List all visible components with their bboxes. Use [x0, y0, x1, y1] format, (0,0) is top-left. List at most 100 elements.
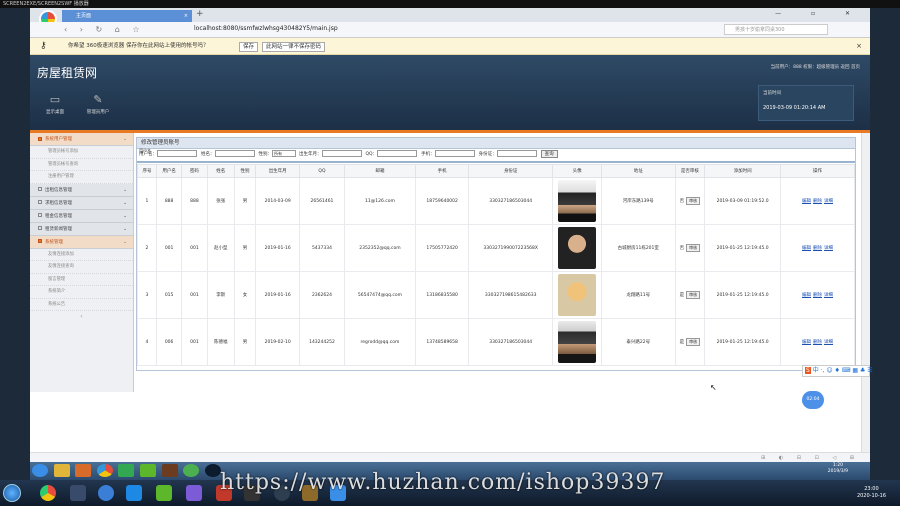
new-tab-button[interactable]: + — [196, 9, 204, 19]
app-purple-icon[interactable] — [186, 485, 202, 501]
folder-icon[interactable] — [53, 464, 70, 477]
sidebar-item[interactable]: 注册用户管理 — [30, 171, 133, 184]
scrollbar[interactable] — [861, 133, 870, 452]
cell-email: 11@126.com — [343, 177, 417, 225]
search-input[interactable]: 男孩十岁偷拿同桌300 — [724, 24, 828, 35]
show-desktop-button[interactable]: ▭ 显示桌面 — [37, 93, 73, 115]
start-button-icon[interactable] — [3, 484, 21, 502]
infobar-close-icon[interactable]: × — [856, 38, 862, 55]
sidebar-group[interactable]: 出租信息管理 ⌄ — [30, 183, 133, 197]
column-header: 邮箱 — [343, 164, 417, 178]
cell-sex: 男 — [233, 177, 257, 225]
admin-user-button[interactable]: ✎ 管理员用户 — [80, 93, 116, 115]
sidebar-item[interactable]: 管理员帐号添加 — [30, 146, 133, 159]
app-window-icon[interactable] — [70, 485, 86, 501]
sidebar-item[interactable]: 留言管理 — [30, 274, 133, 286]
op-link-2[interactable]: 详细 — [824, 246, 833, 251]
column-header: 出生年月 — [255, 164, 301, 178]
cell-photo — [552, 177, 602, 225]
menu-square-icon — [38, 239, 42, 243]
audit-button[interactable]: 审核 — [686, 291, 701, 299]
cell-photo — [552, 318, 602, 366]
app-leaf-host-icon[interactable] — [156, 485, 172, 501]
op-link-1[interactable]: 删除 — [813, 199, 822, 204]
filter-input[interactable] — [321, 150, 362, 157]
op-link-2[interactable]: 详细 — [824, 293, 833, 298]
sidebar-item[interactable]: 系统简介 — [30, 286, 133, 299]
filter-input[interactable] — [157, 150, 197, 157]
filter-input[interactable] — [214, 150, 255, 157]
window-controls[interactable]: — ▫ ✕ — [775, 10, 864, 17]
app-brown-icon[interactable] — [161, 464, 178, 477]
sidebar-group[interactable]: 租金信息管理 ⌄ — [30, 209, 133, 223]
filter-select[interactable]: 所有 — [272, 150, 296, 157]
op-link-0[interactable]: 编辑 — [802, 340, 811, 345]
tab-main[interactable]: 主页面 × — [62, 10, 192, 22]
op-link-2[interactable]: 详细 — [824, 340, 833, 345]
cell-user: 888 — [155, 177, 183, 225]
app-circle-icon[interactable] — [183, 464, 200, 477]
sidebar-group[interactable]: 系统用户管理 ⌄ — [30, 133, 133, 146]
sidebar-group[interactable]: 租赁新闻管理 ⌄ — [30, 222, 133, 236]
op-link-1[interactable]: 删除 — [813, 246, 822, 251]
browser-status-bar[interactable]: ⊞ ◐ ⊟ ⊡ ◁ ⊞ — [30, 452, 870, 462]
user-links[interactable]: 当前用户：888 权限：超级管理员 返回 首页 — [771, 64, 860, 70]
sidebar-item[interactable]: 友情连接查询 — [30, 261, 133, 274]
sidebar-group[interactable]: 系统管理 ⌄ — [30, 235, 133, 249]
player-title-bar: SCREEN2EXE/SCREEN2SWF 播放器 — [0, 0, 900, 8]
filter-input[interactable] — [377, 150, 418, 157]
sidebar-item[interactable]: 系统公告 — [30, 299, 133, 311]
app-leaf-icon[interactable] — [139, 464, 156, 477]
filter-label: 性别： — [258, 152, 273, 157]
cell-idcard: 330327199007223568X — [468, 224, 554, 272]
app-green-icon[interactable] — [118, 464, 135, 477]
timer-bubble[interactable]: 02:04 — [802, 391, 824, 409]
search-button[interactable]: 查询 — [540, 149, 558, 158]
guest-start-icon[interactable] — [32, 464, 48, 477]
column-header: 添加时间 — [704, 164, 782, 178]
cell-email: regrodd@qq.com — [343, 318, 417, 366]
sidebar-item[interactable]: 管理员帐号查询 — [30, 159, 133, 171]
browser-taskbar-icon[interactable] — [96, 464, 113, 477]
sidebar-item[interactable]: 友情连接添加 — [30, 249, 133, 261]
url-input[interactable]: localhost:8080/ssmfwzlwhsg430482Y5/main.… — [194, 25, 338, 32]
chrome-icon[interactable] — [40, 485, 56, 501]
filter-label: 姓名： — [201, 152, 215, 157]
media-player-icon[interactable] — [75, 464, 92, 477]
filter-input[interactable] — [496, 150, 537, 157]
sidebar-group[interactable]: 求租信息管理 ⌄ — [30, 196, 133, 210]
ime-toolbar[interactable]: S 中 ·, ☺ ♦ ⌨ ▦ ♣ ☰ — [802, 365, 873, 377]
app-dark-icon[interactable] — [204, 464, 221, 477]
audit-button[interactable]: 审核 — [686, 197, 701, 205]
audit-button[interactable]: 审核 — [686, 244, 701, 252]
cell-phone: 13748589658 — [415, 318, 470, 366]
address-bar: ‹ › ↻ ⌂ ☆ localhost:8080/ssmfwzlwhsg4304… — [30, 22, 870, 38]
op-link-1[interactable]: 删除 — [813, 340, 822, 345]
menu-square-icon — [38, 187, 42, 191]
op-link-2[interactable]: 详细 — [824, 199, 833, 204]
cell-photo — [552, 224, 602, 272]
op-link-1[interactable]: 删除 — [813, 293, 822, 298]
op-link-0[interactable]: 编辑 — [802, 246, 811, 251]
cell-idcard: 330327186503044 — [468, 177, 554, 225]
app-blue-icon[interactable] — [98, 485, 114, 501]
cell-name: 赵小型 — [206, 224, 235, 272]
avatar — [558, 321, 597, 363]
tab-close-icon[interactable]: × — [184, 10, 188, 22]
column-header: QQ — [299, 164, 345, 178]
never-save-button[interactable]: 此网站一律不保存密码 — [262, 42, 326, 52]
save-password-button[interactable]: 保存 — [239, 42, 259, 52]
op-link-0[interactable]: 编辑 — [802, 199, 811, 204]
host-clock: 23:00 2020-10-16 — [856, 486, 886, 499]
filter-input[interactable] — [434, 150, 475, 157]
cell-birth: 2019-01-16 — [255, 271, 301, 319]
sidebar-group-label: 出租信息管理 — [45, 187, 72, 193]
table-header: 序号 用户名 密码 姓名 性别 出生年月 QQ 邮箱 手机 身份证 头像 地址 是否审核 添加时间 操作 — [137, 164, 855, 178]
sidebar-collapse-button[interactable]: ‹ — [30, 311, 133, 323]
audit-button[interactable]: 审核 — [686, 338, 701, 346]
op-link-0[interactable]: 编辑 — [802, 293, 811, 298]
avatar — [558, 274, 597, 316]
nav-buttons[interactable]: ‹ › ↻ ⌂ ☆ — [64, 25, 145, 34]
tab-label: 主页面 — [76, 13, 92, 19]
app-ie-icon[interactable] — [126, 485, 142, 501]
